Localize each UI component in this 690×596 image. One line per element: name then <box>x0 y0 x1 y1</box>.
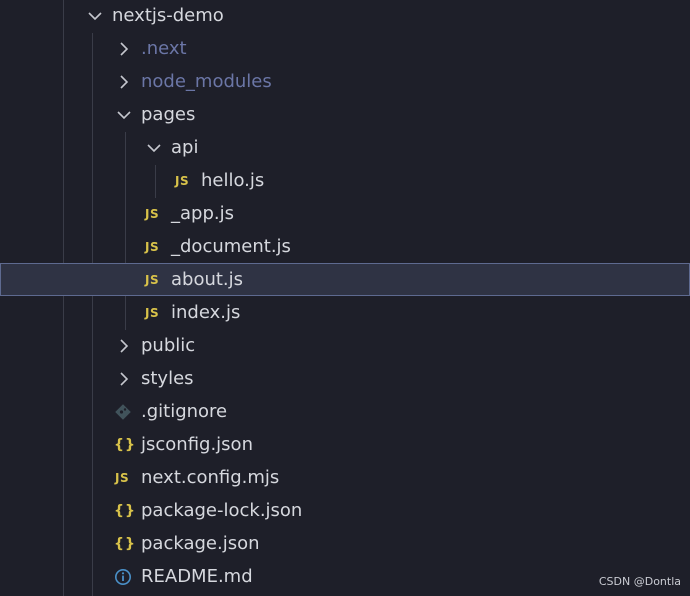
tree-item-gitignore[interactable]: .gitignore <box>0 396 690 429</box>
tree-item-label: about.js <box>171 269 244 290</box>
tree-item-label: pages <box>141 104 196 125</box>
tree-item-label: node_modules <box>141 71 272 92</box>
tree-item-document-js[interactable]: JS _document.js <box>0 231 690 264</box>
tree-item-api[interactable]: api <box>0 132 690 165</box>
info-icon <box>114 568 132 586</box>
chevron-right-icon <box>116 338 132 354</box>
tree-item-label: package-lock.json <box>141 500 303 521</box>
chevron-right-icon <box>116 74 132 90</box>
tree-item-label: jsconfig.json <box>141 434 253 455</box>
chevron-down-icon <box>146 140 162 156</box>
tree-item-next[interactable]: .next <box>0 33 690 66</box>
tree-item-label: .gitignore <box>141 401 228 422</box>
js-file-icon: JS <box>145 306 160 320</box>
tree-item-label: index.js <box>171 302 241 323</box>
js-file-icon: JS <box>115 471 130 485</box>
tree-item-label: styles <box>141 368 194 389</box>
tree-item-label: public <box>141 335 196 356</box>
tree-item-label: _document.js <box>171 236 291 257</box>
tree-item-package-json[interactable]: {} package.json <box>0 528 690 561</box>
tree-item-node-modules[interactable]: node_modules <box>0 66 690 99</box>
json-braces-icon: {} <box>114 536 136 552</box>
json-braces-icon: {} <box>114 503 136 519</box>
tree-item-jsconfig-json[interactable]: {} jsconfig.json <box>0 429 690 462</box>
js-file-icon: JS <box>175 174 190 188</box>
tree-item-label: next.config.mjs <box>141 467 280 488</box>
tree-item-label: .next <box>141 38 187 59</box>
tree-item-about-js[interactable]: JS about.js <box>0 263 690 296</box>
tree-item-package-lock-json[interactable]: {} package-lock.json <box>0 495 690 528</box>
js-file-icon: JS <box>145 207 160 221</box>
tree-item-label: hello.js <box>201 170 265 191</box>
tree-item-label: _app.js <box>171 203 234 224</box>
tree-item-public[interactable]: public <box>0 330 690 363</box>
tree-item-label: README.md <box>141 566 253 587</box>
chevron-right-icon <box>116 41 132 57</box>
tree-item-pages[interactable]: pages <box>0 99 690 132</box>
watermark: CSDN @Dontla <box>598 575 681 588</box>
tree-item-app-js[interactable]: JS _app.js <box>0 198 690 231</box>
tree-item-index-js[interactable]: JS index.js <box>0 297 690 330</box>
tree-item-label: api <box>171 137 199 158</box>
chevron-down-icon <box>116 107 132 123</box>
chevron-right-icon <box>116 371 132 387</box>
tree-item-label: nextjs-demo <box>112 5 224 26</box>
tree-item-hello-js[interactable]: JS hello.js <box>0 165 690 198</box>
git-diamond-icon <box>114 403 132 421</box>
tree-item-readme-md[interactable]: README.md <box>0 561 690 594</box>
tree-item-label: package.json <box>141 533 260 554</box>
file-explorer: nextjs-demo .next node_modules pages api… <box>0 0 690 596</box>
json-braces-icon: {} <box>114 437 136 453</box>
js-file-icon: JS <box>145 240 160 254</box>
js-file-icon: JS <box>145 273 160 287</box>
tree-item-nextjs-demo[interactable]: nextjs-demo <box>0 0 690 33</box>
tree-item-next-config-mjs[interactable]: JS next.config.mjs <box>0 462 690 495</box>
tree-item-styles[interactable]: styles <box>0 363 690 396</box>
chevron-down-icon <box>87 8 103 24</box>
